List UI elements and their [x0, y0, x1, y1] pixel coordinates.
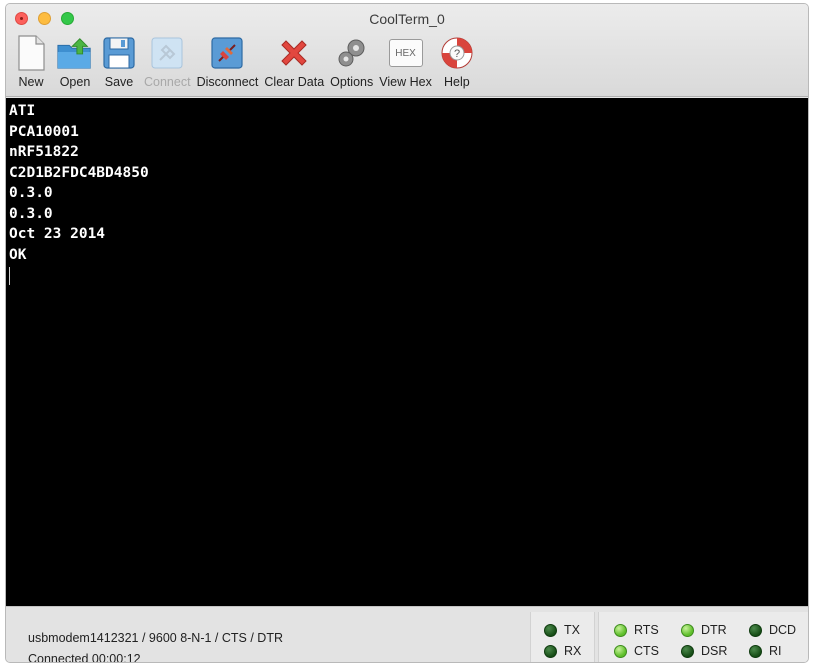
connect-button[interactable]: Connect — [144, 34, 191, 94]
ri-label: RI — [769, 644, 782, 658]
tx-indicator: TX — [544, 623, 580, 637]
cts-indicator: CTS — [614, 644, 659, 658]
rts-indicator[interactable]: RTS — [614, 623, 659, 637]
terminal-line: PCA10001 — [9, 123, 79, 140]
view-hex-button[interactable]: HEX View Hex — [379, 34, 432, 94]
connection-status-text: Connected 00:00:12 — [28, 652, 141, 663]
toolbar: New Open Save Connect Disconnect Clear D… — [12, 34, 482, 94]
dtr-indicator[interactable]: DTR — [681, 623, 727, 637]
terminal-line: 0.3.0 — [9, 185, 53, 201]
new-button[interactable]: New — [12, 34, 50, 94]
tx-label: TX — [564, 623, 580, 637]
terminal-output[interactable]: ATI PCA10001 nRF51822 C2D1B2FDC4BD4850 0… — [6, 98, 808, 606]
floppy-disk-icon — [100, 34, 138, 72]
rts-led-icon — [614, 623, 627, 637]
open-folder-icon — [56, 34, 94, 72]
dtr-led-icon — [681, 623, 694, 637]
new-document-icon — [12, 34, 50, 72]
cts-led-icon — [614, 644, 627, 658]
terminal-line: OK — [9, 246, 27, 263]
dsr-indicator: DSR — [681, 644, 727, 658]
lifebuoy-help-icon: ? — [438, 34, 476, 72]
window-title: CoolTerm_0 — [369, 11, 445, 27]
terminal-line: 0.3.0 — [9, 205, 53, 222]
dcd-led-icon — [749, 623, 762, 637]
open-button[interactable]: Open — [56, 34, 94, 94]
hex-icon-text: HEX — [388, 39, 423, 67]
dcd-label: DCD — [769, 623, 797, 637]
help-button[interactable]: ? Help — [438, 34, 476, 94]
hex-icon: HEX — [387, 34, 425, 72]
tx-rx-panel: TX RX — [530, 612, 595, 662]
dtr-label: DTR — [701, 623, 727, 637]
title-bar: CoolTerm_0 New Open Save Connect Disconn… — [6, 4, 808, 97]
rts-label: RTS — [634, 623, 659, 637]
terminal-line: ATI — [9, 103, 36, 119]
rx-led-icon — [544, 644, 557, 658]
view-hex-label: View Hex — [379, 75, 432, 89]
save-label: Save — [104, 75, 134, 89]
disconnect-label: Disconnect — [196, 75, 259, 89]
ri-led-icon — [749, 644, 762, 658]
terminal-line: Oct 23 2014 — [9, 226, 106, 242]
status-bar: usbmodem1412321 / 9600 8-N-1 / CTS / DTR… — [6, 606, 808, 663]
red-x-icon — [275, 34, 313, 72]
terminal-line: C2D1B2FDC4BD4850 — [9, 164, 149, 181]
help-label: Help — [443, 75, 470, 89]
connect-plug-icon — [148, 34, 186, 72]
gear-icon — [333, 34, 371, 72]
dcd-indicator: DCD — [749, 623, 796, 637]
clear-data-button[interactable]: Clear Data — [264, 34, 324, 94]
line-status-panel: RTS CTS DTR DSR DCD RI — [598, 612, 808, 662]
new-label: New — [18, 75, 44, 89]
tx-led-icon — [544, 623, 557, 637]
save-button[interactable]: Save — [100, 34, 138, 94]
text-cursor — [9, 267, 10, 285]
open-label: Open — [59, 75, 91, 89]
cts-label: CTS — [634, 644, 659, 658]
dsr-led-icon — [681, 644, 694, 658]
disconnect-button[interactable]: Disconnect — [196, 34, 259, 94]
app-window: CoolTerm_0 New Open Save Connect Disconn… — [5, 3, 809, 663]
rx-indicator: RX — [544, 644, 581, 658]
connection-info: usbmodem1412321 / 9600 8-N-1 / CTS / DTR… — [28, 628, 283, 663]
port-settings-text: usbmodem1412321 / 9600 8-N-1 / CTS / DTR — [28, 631, 283, 645]
connect-label: Connect — [144, 75, 191, 89]
clear-data-label: Clear Data — [264, 75, 325, 89]
ri-indicator: RI — [749, 644, 782, 658]
dsr-label: DSR — [701, 644, 728, 658]
terminal-line: nRF51822 — [9, 144, 79, 160]
svg-text:?: ? — [454, 48, 460, 60]
options-label: Options — [330, 75, 374, 89]
rx-label: RX — [564, 644, 582, 658]
disconnect-plug-icon — [208, 34, 246, 72]
options-button[interactable]: Options — [330, 34, 373, 94]
